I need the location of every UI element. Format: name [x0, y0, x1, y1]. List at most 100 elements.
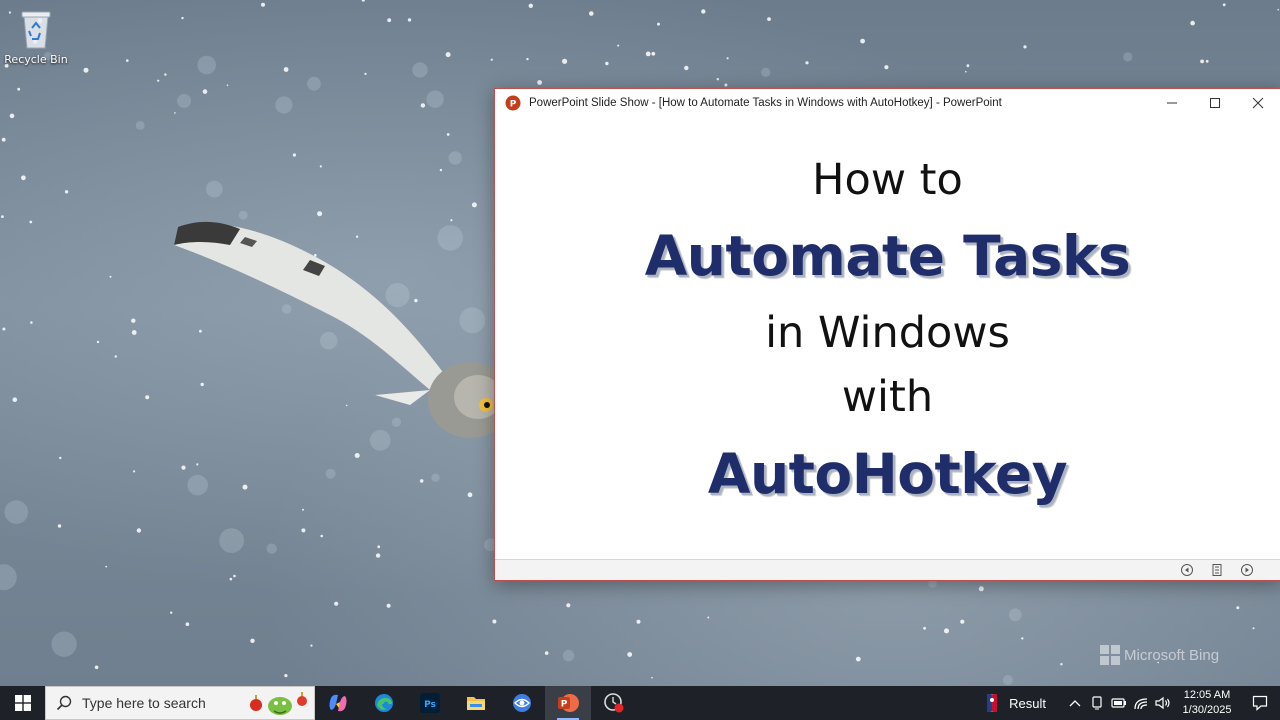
snowflake [375, 553, 381, 558]
previous-slide-button[interactable] [1177, 562, 1197, 578]
minimize-button[interactable] [1150, 89, 1193, 117]
taskbar-clock[interactable]: 12:05 AM 1/30/2025 [1174, 688, 1240, 718]
notifications-button[interactable] [1240, 686, 1280, 720]
snowflake [325, 468, 336, 479]
news-widget-button[interactable] [981, 686, 1003, 720]
snowflake [1205, 59, 1209, 63]
snowflake [202, 89, 208, 94]
notification-icon [1252, 695, 1268, 711]
snowflake [1060, 663, 1063, 666]
snowflake [261, 2, 265, 7]
clock-time: 12:05 AM [1183, 689, 1231, 701]
svg-text:Ps: Ps [424, 700, 436, 710]
minimize-icon [1166, 102, 1177, 104]
snowflake [651, 676, 653, 679]
snowflake [187, 474, 208, 496]
snowflake [684, 65, 689, 71]
snowflake [1236, 606, 1240, 610]
battery-icon [1111, 698, 1126, 708]
snowflake [617, 44, 620, 47]
svg-text:P: P [561, 700, 568, 710]
nba-icon [987, 694, 998, 712]
snowflake [1277, 8, 1279, 11]
snowflake [105, 565, 108, 568]
snowflake [426, 90, 444, 108]
taskbar-photoshop-button[interactable]: Ps [407, 686, 453, 720]
bing-watermark: Microsoft Bing [1100, 645, 1219, 665]
snowflake [439, 168, 443, 172]
snowflake [181, 16, 184, 20]
clock-date: 1/30/2025 [1182, 704, 1232, 716]
taskbar-browser-button[interactable] [499, 686, 545, 720]
snowflake [544, 651, 549, 655]
snowflake [944, 628, 949, 634]
file-explorer-icon [467, 697, 485, 710]
powerpoint-slideshow-window[interactable]: P PowerPoint Slide Show - [How to Automa… [494, 88, 1280, 581]
snowflake [412, 62, 428, 78]
maximize-button[interactable] [1193, 89, 1236, 117]
snowflake [761, 67, 771, 77]
slide-line-automate-tasks: Automate Tasks [644, 224, 1131, 288]
slide-content[interactable]: How to Automate Tasks in Windows with Au… [495, 117, 1280, 561]
snowflake [242, 484, 248, 490]
snowflake [1190, 20, 1195, 26]
snowflake [528, 3, 533, 8]
snowflake [884, 65, 889, 70]
snowflake [860, 38, 865, 44]
snowflake [767, 17, 771, 21]
powerpoint-icon: P [558, 694, 579, 712]
snowflake [805, 61, 809, 65]
snowflake [94, 665, 99, 670]
snowflake [12, 397, 18, 403]
browser-icon [513, 694, 531, 712]
snowflake [133, 470, 136, 473]
snowflake [645, 51, 651, 57]
snowflake [29, 220, 33, 224]
taskbar-edge-button[interactable] [361, 686, 407, 720]
tray-app-button[interactable] [1086, 686, 1108, 720]
snowflake [636, 619, 641, 624]
snowflake [446, 133, 450, 136]
start-button[interactable] [0, 686, 45, 720]
next-slide-button[interactable] [1237, 562, 1257, 578]
snowflake [170, 611, 173, 614]
snowflake [492, 619, 497, 624]
snowflake [59, 456, 62, 460]
recycle-bin-label: Recycle Bin [4, 53, 68, 66]
snowflake [205, 180, 223, 198]
news-widget-label[interactable]: Result [1009, 696, 1046, 711]
recycle-bin-icon [21, 11, 51, 49]
snowflake [131, 318, 136, 323]
microsoft-logo-icon [1100, 645, 1120, 665]
snowflake [445, 52, 451, 58]
taskbar-powerpoint-button[interactable]: P [545, 686, 591, 720]
battery-button[interactable] [1108, 686, 1130, 720]
snowflake [1008, 608, 1022, 622]
taskbar-copilot-button[interactable] [315, 686, 361, 720]
taskbar-recorder-button[interactable] [591, 686, 637, 720]
snowflake [109, 275, 112, 278]
taskbar-file-explorer-button[interactable] [453, 686, 499, 720]
snowflake [490, 58, 493, 61]
wifi-icon [1134, 698, 1148, 710]
recycle-bin-shortcut[interactable]: Recycle Bin [4, 6, 68, 76]
show-hidden-icons-button[interactable] [1064, 686, 1086, 720]
network-button[interactable] [1130, 686, 1152, 720]
snowflake [57, 524, 62, 528]
taskbar-search-box[interactable]: Type here to search [45, 686, 315, 720]
window-titlebar[interactable]: P PowerPoint Slide Show - [How to Automa… [495, 89, 1280, 117]
snowflake [9, 113, 15, 119]
snowflake [978, 586, 984, 592]
snowflake [17, 87, 21, 91]
snowflake [164, 73, 167, 76]
volume-button[interactable] [1152, 686, 1174, 720]
snowflake [562, 649, 575, 662]
close-button[interactable] [1236, 89, 1279, 117]
snowflake [627, 652, 633, 657]
snowflake [1021, 637, 1024, 640]
snowflake [1023, 45, 1027, 49]
snowflake [196, 463, 199, 466]
snowflake [4, 500, 29, 524]
snowflake [284, 674, 288, 678]
slide-menu-button[interactable] [1207, 562, 1227, 578]
